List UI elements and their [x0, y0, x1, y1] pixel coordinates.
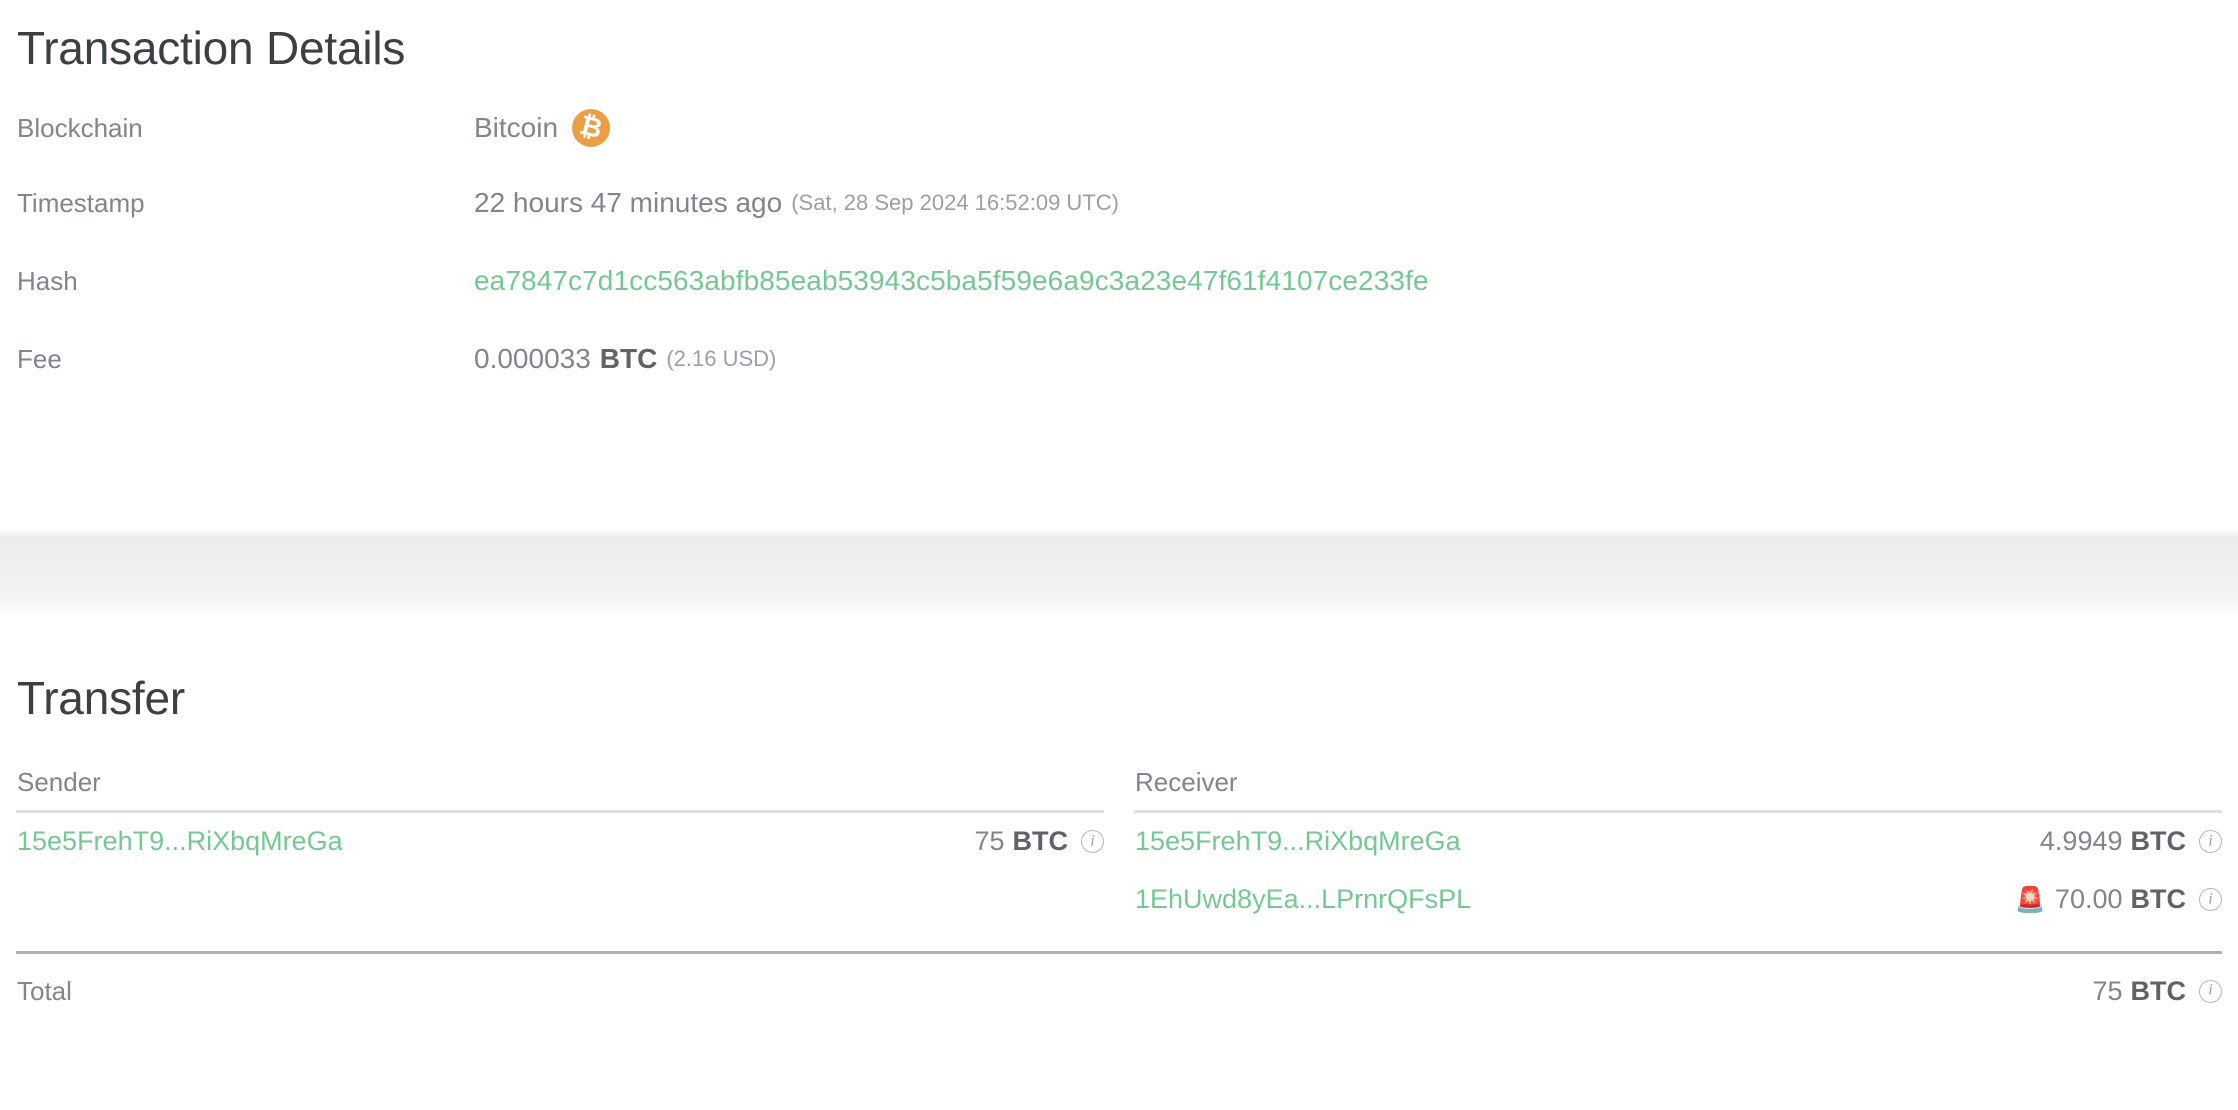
- detail-label-timestamp: Timestamp: [17, 187, 145, 218]
- receiver-amount-unit-1: BTC: [2130, 826, 2187, 857]
- timestamp-relative: 22 hours 47 minutes ago: [474, 186, 783, 218]
- transaction-details-page: Transaction Details Blockchain Bitcoin T…: [0, 0, 2238, 1110]
- total-amount-unit: BTC: [2130, 975, 2187, 1006]
- receiver-amount-value-1: 4.9949: [2039, 826, 2123, 857]
- detail-label-fee: Fee: [17, 343, 62, 374]
- total-label: Total: [17, 975, 72, 1006]
- total-amount-value: 75: [2092, 975, 2123, 1006]
- detail-row-hash: Hash ea7847c7d1cc563abfb85eab53943c5ba5f…: [16, 265, 2222, 343]
- receiver-header: Receiver: [1134, 767, 2222, 813]
- blockchain-name: Bitcoin: [474, 111, 559, 143]
- detail-value-fee: 0.000033 BTC (2.16 USD): [474, 343, 776, 375]
- fee-amount: 0.000033: [474, 342, 591, 374]
- bitcoin-icon: [572, 108, 611, 147]
- detail-row-fee: Fee 0.000033 BTC (2.16 USD): [16, 343, 2222, 421]
- receiver-amount-2: 🚨 70.00 BTC i: [2015, 884, 2222, 915]
- table-row: 1EhUwd8yEa...LPrnrQFsPL 🚨 70.00 BTC i: [1134, 871, 2222, 929]
- sender-address-link[interactable]: 15e5FrehT9...RiXbqMreGa: [17, 826, 974, 857]
- transaction-details-section: Transaction Details Blockchain Bitcoin T…: [0, 0, 2238, 528]
- transaction-hash-link[interactable]: ea7847c7d1cc563abfb85eab53943c5ba5f59e6a…: [474, 265, 1429, 297]
- transfer-columns: Sender 15e5FrehT9...RiXbqMreGa 75 BTC i …: [16, 767, 2222, 929]
- receiver-column: Receiver 15e5FrehT9...RiXbqMreGa 4.9949 …: [1134, 767, 2222, 929]
- timestamp-absolute: (Sat, 28 Sep 2024 16:52:09 UTC): [791, 189, 1119, 215]
- sender-amount-unit: BTC: [1012, 826, 1069, 857]
- transfer-title: Transfer: [17, 672, 185, 724]
- page-title: Transaction Details: [17, 22, 406, 74]
- sender-spacer: [16, 871, 1104, 929]
- detail-label-hash: Hash: [17, 265, 78, 296]
- detail-value-timestamp: 22 hours 47 minutes ago (Sat, 28 Sep 202…: [474, 187, 1119, 219]
- detail-label-blockchain: Blockchain: [17, 112, 143, 143]
- receiver-amount-1: 4.9949 BTC i: [2040, 826, 2222, 857]
- transfer-section: Transfer Sender 15e5FrehT9...RiXbqMreGa …: [0, 614, 2238, 1007]
- receiver-address-link-1[interactable]: 15e5FrehT9...RiXbqMreGa: [1135, 826, 2040, 857]
- receiver-amount-value-2: 70.00: [2054, 884, 2123, 915]
- table-row: 15e5FrehT9...RiXbqMreGa 4.9949 BTC i: [1134, 813, 2222, 871]
- detail-row-timestamp: Timestamp 22 hours 47 minutes ago (Sat, …: [16, 187, 2222, 265]
- sender-amount: 75 BTC i: [974, 826, 1104, 857]
- sender-amount-value: 75: [974, 826, 1005, 857]
- detail-rows: Blockchain Bitcoin Timestamp 22 hours 47…: [16, 108, 2222, 421]
- info-icon[interactable]: i: [2199, 830, 2222, 854]
- detail-value-hash: ea7847c7d1cc563abfb85eab53943c5ba5f59e6a…: [474, 265, 1429, 297]
- fee-unit: BTC: [599, 342, 658, 374]
- sender-header: Sender: [16, 767, 1104, 813]
- alert-light-icon: 🚨: [2014, 885, 2046, 915]
- table-row: 15e5FrehT9...RiXbqMreGa 75 BTC i: [16, 813, 1104, 871]
- receiver-amount-unit-2: BTC: [2130, 884, 2187, 915]
- info-icon[interactable]: i: [2199, 979, 2222, 1003]
- total-amount: 75 BTC i: [2092, 976, 2222, 1007]
- fee-usd: (2.16 USD): [666, 345, 777, 371]
- info-icon[interactable]: i: [1081, 830, 1104, 854]
- detail-row-blockchain: Blockchain Bitcoin: [16, 108, 2222, 187]
- total-row: Total 75 BTC i: [16, 950, 2222, 1007]
- info-icon[interactable]: i: [2199, 888, 2222, 912]
- detail-value-blockchain: Bitcoin: [474, 108, 611, 147]
- section-divider: [0, 528, 2238, 614]
- sender-column: Sender 15e5FrehT9...RiXbqMreGa 75 BTC i: [16, 767, 1104, 929]
- receiver-address-link-2[interactable]: 1EhUwd8yEa...LPrnrQFsPL: [1135, 884, 2015, 915]
